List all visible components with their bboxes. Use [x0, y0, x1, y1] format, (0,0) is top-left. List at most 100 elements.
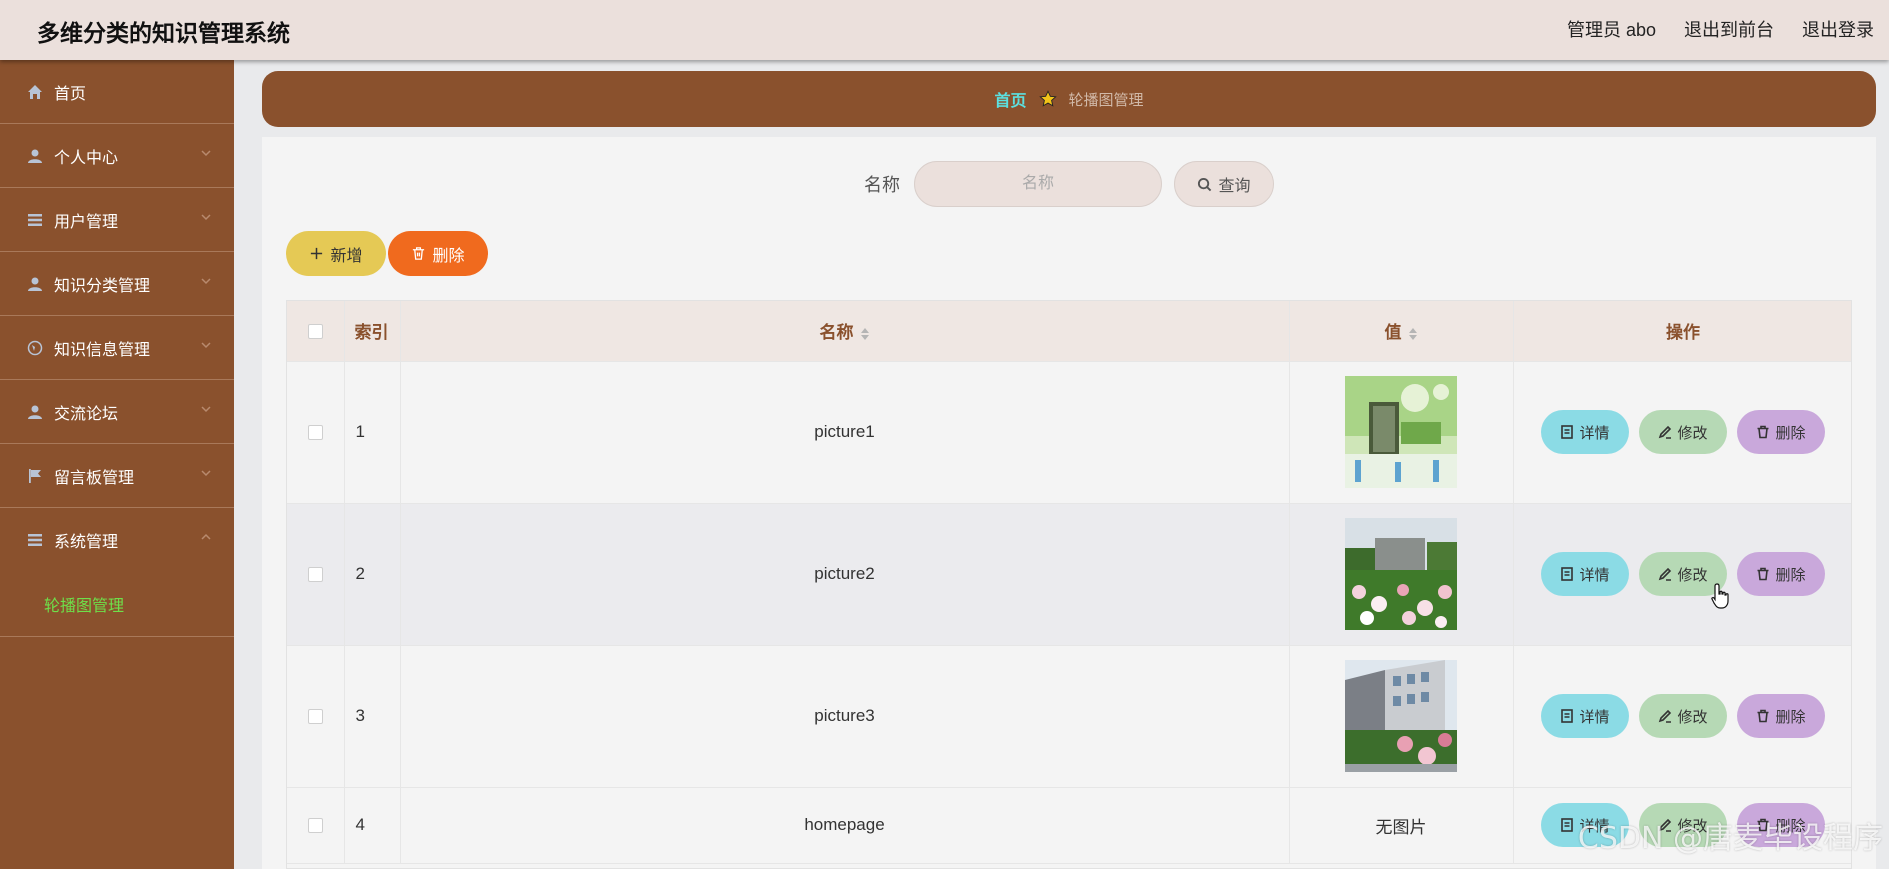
- edit-button[interactable]: 修改: [1639, 410, 1727, 454]
- row-index: 3: [344, 645, 401, 788]
- sidebar-subitem-carousel[interactable]: 轮播图管理: [0, 572, 234, 636]
- chevron-up-icon: [200, 530, 212, 542]
- header-ops: 操作: [1513, 301, 1851, 362]
- action-toolbar: 新增 删除: [286, 231, 488, 276]
- table-header-row: 索引 名称 值 操作: [287, 301, 1851, 362]
- chevron-down-icon: [200, 466, 212, 478]
- select-all-checkbox[interactable]: [307, 323, 323, 339]
- table-row: 3 picture3 详情 修改 删除: [287, 645, 1851, 788]
- detail-label: 详情: [1579, 708, 1610, 726]
- detail-button[interactable]: 详情: [1541, 694, 1629, 738]
- sidebar-item-label: 用户管理: [54, 213, 119, 231]
- row-name: picture3: [400, 645, 1290, 788]
- row-name: picture1: [400, 361, 1290, 504]
- delete-button[interactable]: 删除: [1737, 552, 1825, 596]
- row-name: homepage: [400, 787, 1290, 864]
- row-index: 4: [344, 787, 401, 864]
- top-header: 多维分类的知识管理系统 管理员 abo 退出到前台 退出登录: [0, 0, 1889, 60]
- sidebar-item-personal-center[interactable]: 个人中心: [0, 124, 234, 188]
- green-banner-thumbnail: [1345, 376, 1457, 488]
- sidebar-item-label: 交流论坛: [54, 405, 119, 423]
- row-checkbox[interactable]: [307, 709, 323, 725]
- row-ops-cell: 详情 修改 删除: [1513, 503, 1851, 646]
- watermark-text: CSDN @唐麦毕设程序: [1577, 821, 1883, 856]
- batch-delete-button[interactable]: 删除: [388, 231, 488, 276]
- flowers-building-thumbnail: [1345, 518, 1457, 630]
- breadcrumb-current: 轮播图管理: [1068, 91, 1144, 109]
- sidebar-item-label: 个人中心: [54, 149, 119, 167]
- sidebar-item-label: 知识分类管理: [54, 277, 151, 295]
- detail-button[interactable]: 详情: [1541, 552, 1629, 596]
- sidebar-item-label: 知识信息管理: [54, 341, 151, 359]
- detail-label: 详情: [1579, 424, 1610, 442]
- sort-icon[interactable]: [860, 327, 870, 341]
- logout-link[interactable]: 退出登录: [1802, 16, 1874, 42]
- row-value-cell: [1289, 361, 1514, 504]
- sidebar-item-label: 首页: [54, 85, 87, 103]
- add-button[interactable]: 新增: [286, 231, 386, 276]
- header-name[interactable]: 名称: [400, 301, 1290, 362]
- delete-button[interactable]: 删除: [1737, 410, 1825, 454]
- row-index: 2: [344, 503, 401, 646]
- current-user-label: 管理员 abo: [1566, 20, 1656, 40]
- trash-icon: [413, 247, 425, 260]
- document-icon: [1561, 567, 1574, 581]
- add-button-label: 新增: [330, 247, 363, 265]
- chevron-down-icon: [200, 338, 212, 350]
- search-button[interactable]: 查询: [1174, 161, 1274, 207]
- search-icon: [1198, 177, 1212, 191]
- edit-label: 修改: [1677, 424, 1708, 442]
- row-name: picture2: [400, 503, 1290, 646]
- breadcrumb: 首页 轮播图管理: [262, 71, 1876, 127]
- trash-icon: [1757, 425, 1769, 439]
- hand-pointer-icon: [1711, 583, 1729, 609]
- row-index: 1: [344, 361, 401, 504]
- list-icon: [26, 531, 44, 549]
- sidebar-item-system-management[interactable]: 系统管理: [0, 508, 234, 572]
- trash-icon: [1757, 709, 1769, 723]
- back-to-front-link[interactable]: 退出到前台: [1684, 16, 1774, 42]
- home-icon: [26, 83, 44, 101]
- sidebar-item-knowledge-management[interactable]: 知识信息管理: [0, 316, 234, 380]
- plus-icon: [311, 247, 323, 260]
- header-index: 索引: [344, 301, 401, 362]
- user-icon: [26, 147, 44, 165]
- row-check-cell: [287, 361, 345, 504]
- sidebar-item-message-board[interactable]: 留言板管理: [0, 444, 234, 508]
- search-label: 名称: [864, 175, 900, 195]
- user-icon: [26, 275, 44, 293]
- row-checkbox[interactable]: [307, 818, 323, 834]
- user-icon: [26, 403, 44, 421]
- sidebar: 首页 个人中心 用户管理 知识分类管理 知识信息管理 交流论坛 留言板管理 系统…: [0, 60, 234, 869]
- delete-label: 删除: [1775, 708, 1806, 726]
- row-check-cell: [287, 503, 345, 646]
- star-icon: [1038, 90, 1057, 108]
- search-input[interactable]: [914, 161, 1162, 207]
- delete-button[interactable]: 删除: [1737, 694, 1825, 738]
- breadcrumb-home-link[interactable]: 首页: [994, 87, 1026, 111]
- sidebar-item-user-management[interactable]: 用户管理: [0, 188, 234, 252]
- edit-button[interactable]: 修改: [1639, 694, 1727, 738]
- trash-icon: [1757, 567, 1769, 581]
- document-icon: [1561, 818, 1574, 832]
- row-checkbox[interactable]: [307, 425, 323, 441]
- list-icon: [26, 211, 44, 229]
- table-row: 1 picture1 详情 修改 删除: [287, 361, 1851, 504]
- sidebar-item-category-management[interactable]: 知识分类管理: [0, 252, 234, 316]
- row-value-cell: [1289, 503, 1514, 646]
- edit-label: 修改: [1677, 566, 1708, 584]
- chevron-down-icon: [200, 402, 212, 414]
- row-checkbox[interactable]: [307, 567, 323, 583]
- pencil-icon: [1659, 567, 1672, 581]
- sort-icon[interactable]: [1408, 327, 1418, 341]
- row-ops-cell: 详情 修改 删除: [1513, 645, 1851, 788]
- search-form: 名称 查询: [262, 161, 1876, 207]
- detail-button[interactable]: 详情: [1541, 410, 1629, 454]
- sidebar-group-system: 系统管理 轮播图管理: [0, 508, 234, 637]
- sidebar-item-forum[interactable]: 交流论坛: [0, 380, 234, 444]
- header-value[interactable]: 值: [1289, 301, 1514, 362]
- sidebar-item-home[interactable]: 首页: [0, 60, 234, 124]
- header-name-label: 名称: [819, 323, 854, 343]
- flag-icon: [26, 467, 44, 485]
- delete-label: 删除: [1775, 424, 1806, 442]
